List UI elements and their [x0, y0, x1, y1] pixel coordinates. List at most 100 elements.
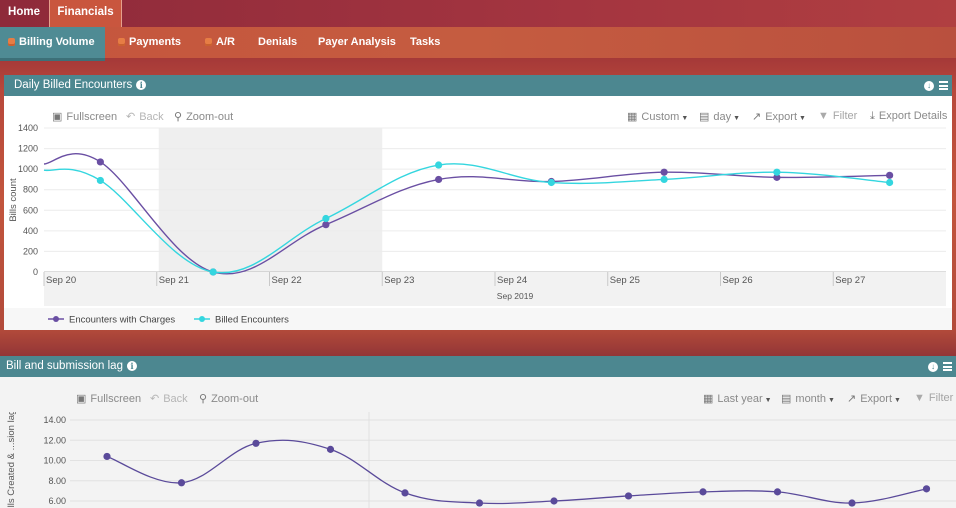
y-tick-label: 6.00 [48, 496, 66, 506]
menu-icon[interactable] [939, 81, 948, 90]
highlight-band [158, 128, 383, 272]
bar-chart-icon: ▤ [781, 393, 792, 405]
data-point [322, 221, 330, 229]
download-icon[interactable]: ↓ [928, 361, 938, 372]
subtab-label: A/R [216, 36, 235, 48]
bill-submission-lag-chart: 6.00 8.00 10.00 12.00 14.00 ... bills Created… [6, 412, 956, 508]
y-tick-label: 1200 [18, 144, 38, 154]
y-axis-label: ... bills Created & ...sion lag (in days… [6, 412, 17, 508]
coin-icon [8, 38, 15, 46]
data-point [326, 445, 335, 453]
coin-icon [118, 38, 125, 46]
daily-billed-encounters-panel: Daily Billed Encounters i ↓ ▣ Fullscreen ↶… [4, 75, 952, 330]
y-axis-label: Bills count [8, 178, 19, 222]
legend-label: Encounters with Charges [69, 315, 175, 326]
panel-header: Bill and submission lag i ↓ [0, 356, 956, 377]
y-tick-label: 400 [23, 226, 38, 236]
data-point [435, 161, 443, 169]
sub-nav-bar: Billing Volume Payments A/R Denials Paye… [0, 27, 956, 61]
download-icon[interactable]: ↓ [924, 80, 934, 91]
tab-financials[interactable]: Financials [49, 0, 122, 27]
back-arrow-icon: ↶ [150, 393, 160, 405]
legend-marker [199, 316, 205, 322]
zoom-out-button[interactable]: ⚲ Zoom-out [199, 392, 258, 405]
data-point [322, 214, 330, 223]
data-point [96, 176, 104, 185]
data-point [773, 168, 781, 176]
subtab-billing-volume[interactable]: Billing Volume [0, 27, 105, 61]
subtab-label: Payments [129, 36, 181, 48]
x-axis-label: Sep 2019 [497, 291, 534, 301]
filter-icon: ▼ [914, 392, 925, 404]
export-select[interactable]: ↗ Export ▼ [847, 392, 901, 405]
panel-title: Bill and submission lag [6, 360, 123, 372]
y-tick-label: 600 [23, 205, 38, 215]
data-point [886, 171, 894, 179]
data-point [660, 168, 668, 176]
legend-label: Billed Encounters [215, 315, 289, 326]
back-label: Back [163, 393, 188, 405]
data-point [177, 479, 186, 487]
interval-label: month [795, 393, 826, 405]
x-tick-label: Sep 25 [610, 275, 640, 286]
data-point [699, 488, 707, 496]
bill-submission-lag-panel: Bill and submission lag i ↓ ▣ Fullscreen ↶… [0, 356, 956, 508]
x-tick-label: Sep 20 [46, 275, 76, 286]
fullscreen-button[interactable]: ▣ Fullscreen [76, 392, 141, 405]
subtab-ar[interactable]: A/R [205, 27, 235, 58]
info-icon[interactable]: i [126, 361, 137, 371]
subtab-payments[interactable]: Payments [118, 27, 181, 58]
fullscreen-icon: ▣ [76, 393, 87, 405]
data-point [660, 175, 668, 184]
data-point [922, 485, 931, 493]
daily-billed-encounters-chart: 0 200 400 600 800 1000 1200 1400 Sep 20 Sep 21 Sep… [4, 123, 952, 330]
x-tick-label: Sep 24 [497, 275, 527, 286]
interval-select[interactable]: ▤ month ▼ [781, 392, 835, 405]
x-tick-label: Sep 23 [384, 275, 414, 286]
x-tick-label: Sep 27 [835, 275, 865, 286]
range-select[interactable]: ▦ Last year ▼ [703, 392, 772, 405]
export-label: Export [860, 393, 893, 405]
data-point [252, 439, 260, 447]
subtab-label: Billing Volume [19, 36, 95, 48]
fullscreen-label: Fullscreen [90, 393, 142, 405]
back-button[interactable]: ↶ Back [150, 392, 188, 405]
legend-marker [53, 316, 59, 322]
filter-label: Filter [928, 392, 954, 404]
data-point [773, 488, 782, 496]
subtab-payer-analysis[interactable]: Payer Analysis [318, 27, 396, 58]
data-point [96, 158, 104, 166]
menu-icon[interactable] [943, 362, 952, 371]
coin-icon [205, 38, 212, 46]
data-point [475, 499, 484, 507]
top-tab-bar: Home Financials [0, 0, 956, 27]
y-tick-label: 10.00 [43, 456, 66, 466]
data-point [550, 497, 558, 505]
zoom-out-label: Zoom-out [211, 393, 259, 405]
filter-button[interactable]: ▼ Filter [914, 392, 953, 404]
data-point [886, 178, 894, 187]
data-point [547, 178, 555, 187]
panel-title: Daily Billed Encounters [14, 79, 133, 91]
x-tick-label: Sep 26 [723, 275, 753, 286]
range-label: Last year [717, 393, 763, 405]
x-tick-label: Sep 21 [159, 275, 189, 286]
y-tick-label: 1400 [18, 123, 38, 133]
subtab-denials[interactable]: Denials [258, 27, 297, 58]
y-tick-label: 12.00 [43, 435, 66, 445]
series-line [106, 439, 927, 505]
info-icon[interactable]: i [136, 80, 147, 90]
y-tick-label: 8.00 [48, 476, 66, 486]
magnifier-icon: ⚲ [199, 393, 208, 405]
subtab-tasks[interactable]: Tasks [410, 27, 440, 58]
data-point [401, 489, 409, 497]
data-point [103, 452, 111, 461]
tab-home[interactable]: Home [0, 0, 48, 27]
y-tick-label: 1000 [18, 164, 38, 174]
data-point [435, 175, 443, 184]
panel-header: Daily Billed Encounters i ↓ [4, 75, 952, 96]
y-tick-label: 800 [23, 185, 38, 195]
y-tick-label: 14.00 [43, 415, 66, 425]
y-tick-label: 0 [33, 267, 38, 277]
data-point [209, 268, 217, 276]
